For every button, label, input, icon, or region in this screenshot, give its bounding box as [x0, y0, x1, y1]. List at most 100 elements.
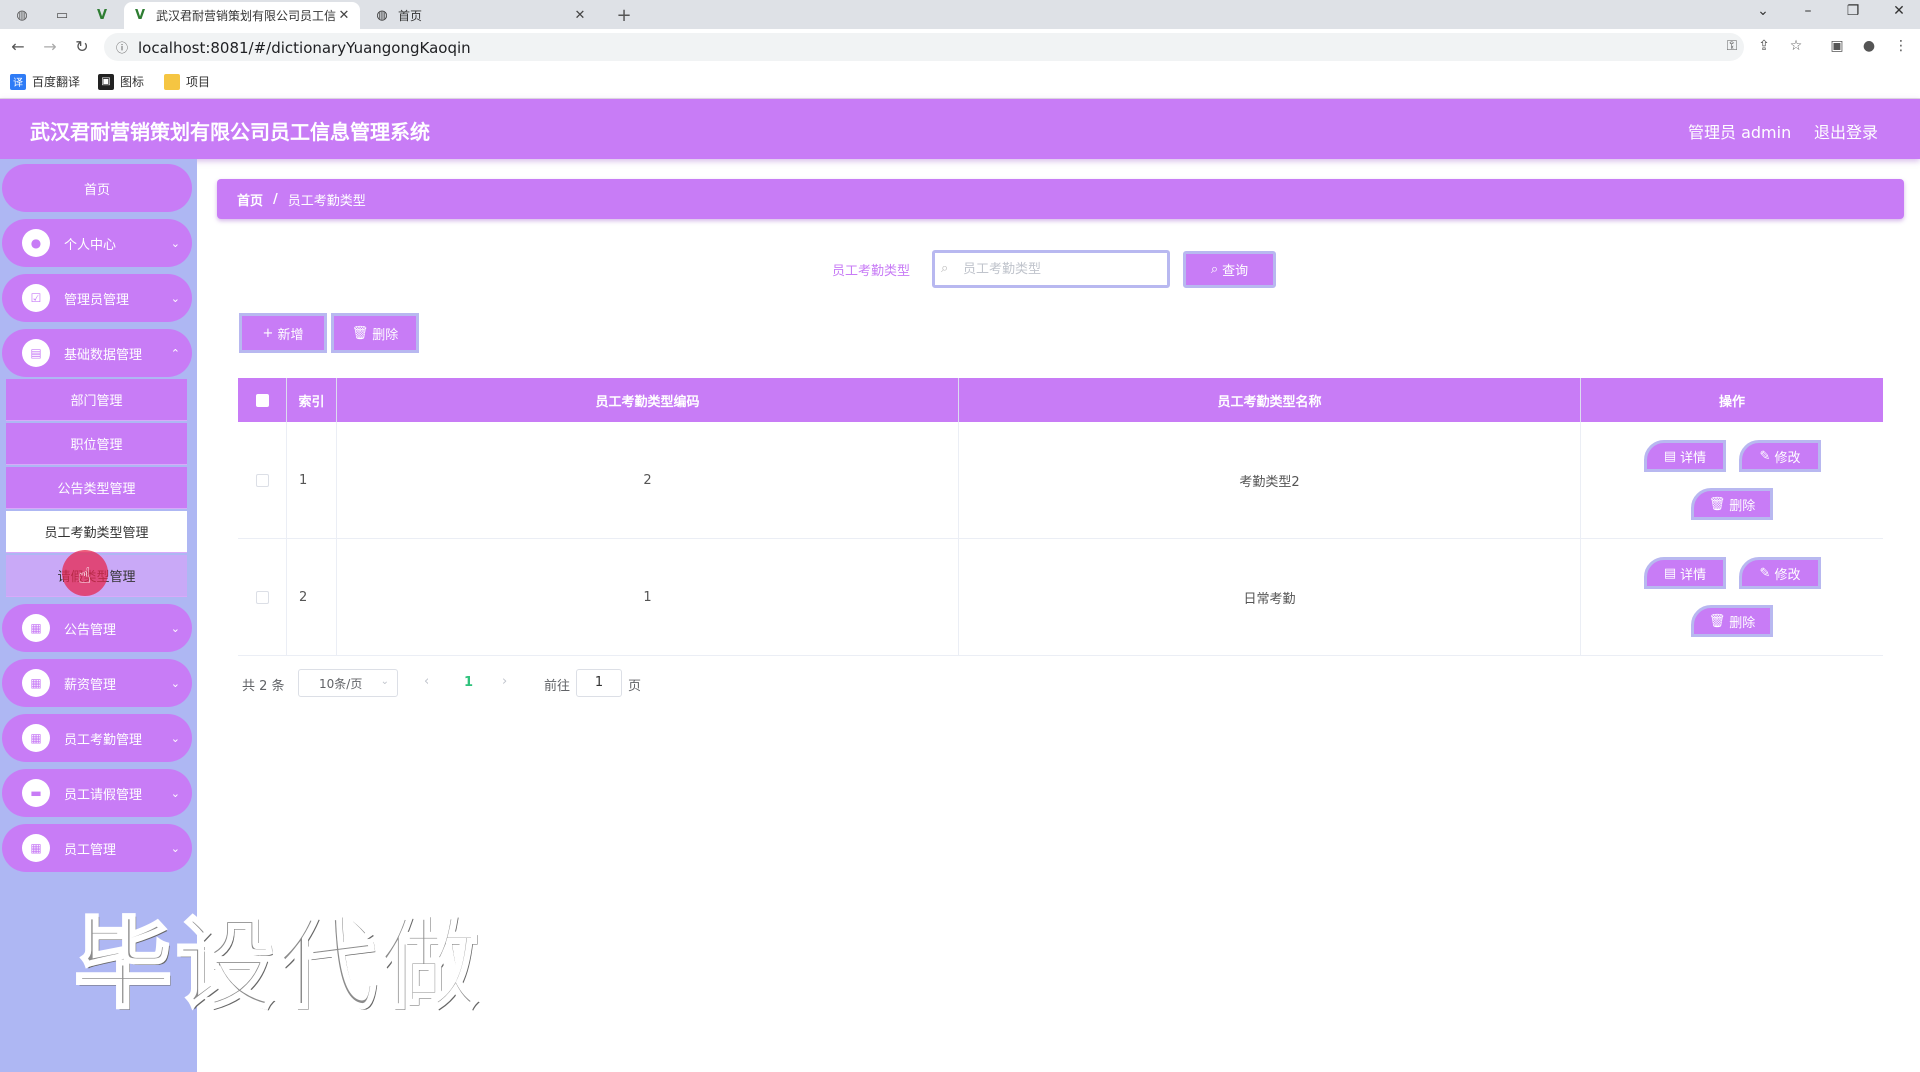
- goto-page-input[interactable]: 1: [576, 669, 622, 697]
- cell-name: 日常考勤: [959, 539, 1581, 655]
- restore-icon[interactable]: ❐: [1838, 3, 1868, 19]
- minimize-icon[interactable]: –: [1793, 3, 1823, 19]
- sidebar-item-personal-center[interactable]: ● 个人中心 ⌄: [2, 219, 192, 267]
- sidebar-item-home[interactable]: 首页: [2, 164, 192, 212]
- breadcrumb-home[interactable]: 首页: [237, 190, 263, 209]
- kebab-menu-icon[interactable]: ⋮: [1891, 38, 1911, 54]
- app-title: 武汉君耐营销策划有限公司员工信息管理系统: [30, 120, 430, 144]
- query-button-label: 查询: [1222, 264, 1249, 279]
- pointer-hand-icon: ☝: [78, 564, 92, 589]
- window-close-icon[interactable]: ✕: [1884, 3, 1914, 19]
- sidebar-item-label: 员工考勤管理: [64, 732, 143, 748]
- add-button-label: 新增: [277, 327, 304, 343]
- tab-title: 首页: [398, 9, 423, 23]
- detail-button[interactable]: ▤ 详情: [1644, 440, 1726, 472]
- submenu-item-department[interactable]: 部门管理: [6, 379, 187, 421]
- grid-icon: ▦: [22, 669, 50, 697]
- page-size-value: 10条/页: [319, 676, 363, 691]
- search-field[interactable]: ⌕: [932, 250, 1170, 288]
- chevron-down-icon[interactable]: ⌄: [1748, 3, 1778, 19]
- grid-icon: ▦: [22, 614, 50, 642]
- sidepanel-icon[interactable]: ▣: [1827, 38, 1847, 54]
- star-icon[interactable]: ☆: [1786, 38, 1806, 54]
- folder-icon: [164, 73, 180, 90]
- url-field[interactable]: ⓘ localhost:8081/#/dictionaryYuangongKao…: [104, 33, 1744, 61]
- chevron-down-icon: ⌄: [170, 731, 180, 745]
- edit-label: 修改: [1774, 450, 1801, 466]
- sidebar-item-employee[interactable]: ▦ 员工管理 ⌄: [2, 824, 192, 872]
- page-number-current[interactable]: 1: [464, 675, 473, 690]
- admin-user-label: 管理员 admin: [1688, 123, 1792, 142]
- detail-button[interactable]: ▤ 详情: [1644, 557, 1726, 589]
- detail-label: 详情: [1680, 450, 1707, 466]
- browser-tab-home[interactable]: ◍ 首页 ✕: [366, 2, 596, 29]
- sidebar-item-basic-data[interactable]: ▤ 基础数据管理 ⌃: [2, 329, 192, 377]
- add-button[interactable]: + 新增: [239, 313, 327, 353]
- submenu-item-attendance-type[interactable]: 员工考勤类型管理: [6, 511, 187, 553]
- reload-icon[interactable]: ↻: [72, 37, 92, 57]
- search-input[interactable]: [963, 259, 1163, 279]
- cell-name: 考勤类型2: [959, 422, 1581, 538]
- row-checkbox[interactable]: [255, 473, 269, 487]
- browser-tab-active[interactable]: V 武汉君耐营销策划有限公司员工信 ✕: [124, 2, 360, 29]
- key-icon[interactable]: ⚿: [1722, 38, 1742, 54]
- row-checkbox-cell: [238, 539, 287, 655]
- row-checkbox[interactable]: [255, 590, 269, 604]
- edit-button[interactable]: ✎ 修改: [1739, 440, 1821, 472]
- pagination-total: 共 2 条: [242, 679, 285, 694]
- profile-icon[interactable]: ●: [1859, 38, 1879, 54]
- sidebar-item-leave[interactable]: ▬ 员工请假管理 ⌄: [2, 769, 192, 817]
- batch-delete-button[interactable]: 🗑 删除: [331, 313, 419, 353]
- chevron-down-icon: ⌄: [170, 841, 180, 855]
- delete-label: 删除: [1729, 498, 1756, 514]
- blank-tab-icon[interactable]: ▭: [50, 4, 74, 26]
- submenu-item-notice-type[interactable]: 公告类型管理: [6, 467, 187, 509]
- sidebar-item-label: 员工管理: [64, 842, 117, 858]
- pencil-icon: ✎: [1759, 448, 1771, 464]
- forward-icon[interactable]: →: [40, 37, 60, 57]
- sidebar-item-notice[interactable]: ▦ 公告管理 ⌄: [2, 604, 192, 652]
- edit-label: 修改: [1774, 567, 1801, 583]
- delete-button[interactable]: 🗑 删除: [1691, 488, 1773, 520]
- globe-icon[interactable]: ◍: [10, 4, 34, 26]
- plus-icon: +: [262, 325, 274, 341]
- prev-page-icon[interactable]: ‹: [424, 674, 429, 689]
- document-icon: ▤: [1663, 448, 1677, 464]
- select-all-checkbox[interactable]: [255, 393, 269, 407]
- share-icon[interactable]: ⇪: [1754, 38, 1774, 54]
- column-header: 索引: [287, 378, 337, 422]
- next-page-icon[interactable]: ›: [502, 674, 507, 689]
- page-size-select[interactable]: 10条/页 ⌄: [298, 669, 398, 697]
- trash-icon: 🗑: [1708, 613, 1726, 629]
- search-label: 员工考勤类型: [832, 264, 911, 279]
- bookmark-item[interactable]: 项目: [164, 73, 210, 90]
- back-icon[interactable]: ←: [8, 37, 28, 57]
- delete-label: 删除: [1729, 615, 1756, 631]
- close-icon[interactable]: ✕: [336, 8, 352, 23]
- user-icon: ●: [22, 229, 50, 257]
- close-icon[interactable]: ✕: [572, 8, 588, 23]
- edit-button[interactable]: ✎ 修改: [1739, 557, 1821, 589]
- bookmark-label: 百度翻译: [32, 75, 81, 89]
- sidebar-item-admin-management[interactable]: ☑ 管理员管理 ⌄: [2, 274, 192, 322]
- query-button[interactable]: ⌕ 查询: [1183, 251, 1276, 288]
- submenu-item-position[interactable]: 职位管理: [6, 423, 187, 465]
- browser-tab-bar: ◍ ▭ V V 武汉君耐营销策划有限公司员工信 ✕ ◍ 首页 ✕ + ⌄ – ❐…: [0, 0, 1920, 29]
- url-text: localhost:8081/#/dictionaryYuangongKaoqi…: [138, 39, 471, 57]
- new-tab-icon[interactable]: +: [612, 4, 636, 26]
- chevron-down-icon: ⌄: [170, 786, 180, 800]
- vue-icon[interactable]: V: [90, 4, 114, 26]
- logout-link[interactable]: 退出登录: [1814, 119, 1878, 143]
- bookmark-item[interactable]: ▣ 图标: [98, 73, 144, 90]
- sidebar-item-label: 管理员管理: [64, 292, 130, 308]
- column-header: 员工考勤类型名称: [959, 378, 1581, 422]
- delete-button[interactable]: 🗑 删除: [1691, 605, 1773, 637]
- goto-label: 前往: [544, 679, 571, 694]
- breadcrumb-current: 员工考勤类型: [287, 193, 366, 209]
- sidebar-item-attendance[interactable]: ▦ 员工考勤管理 ⌄: [2, 714, 192, 762]
- sidebar-item-salary[interactable]: ▦ 薪资管理 ⌄: [2, 659, 192, 707]
- trash-icon: 🗑: [1708, 496, 1726, 512]
- cell-code: 2: [337, 422, 959, 538]
- info-icon[interactable]: ⓘ: [116, 39, 128, 56]
- bookmark-item[interactable]: 译 百度翻译: [10, 73, 80, 90]
